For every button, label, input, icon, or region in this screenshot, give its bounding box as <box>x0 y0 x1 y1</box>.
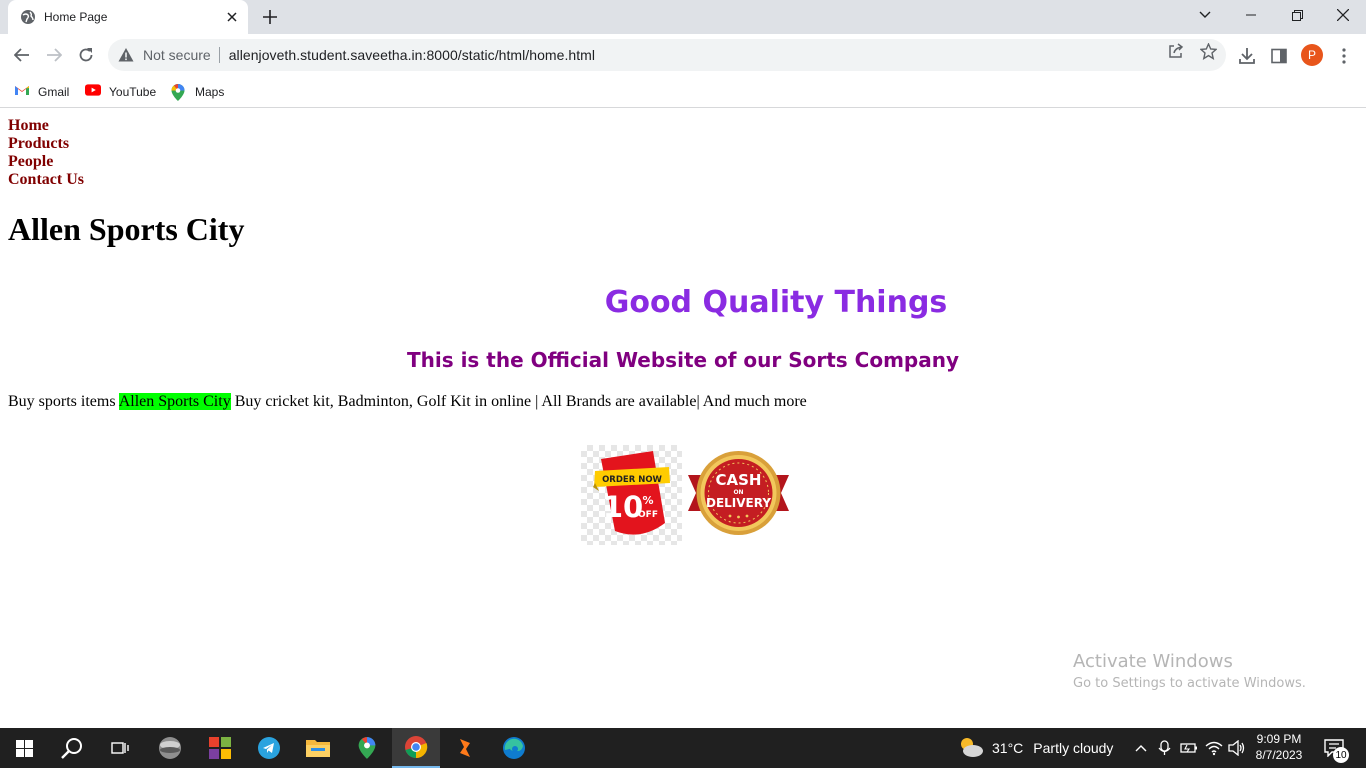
disk-app-icon[interactable] <box>146 728 194 768</box>
security-label[interactable]: Not secure <box>143 47 211 63</box>
web-page: Home Products People Contact Us Allen Sp… <box>0 109 1366 728</box>
clock-time: 9:09 PM <box>1256 732 1302 746</box>
side-panel-icon[interactable] <box>1269 46 1289 66</box>
intro-text-end: Buy cricket kit, Badminton, Golf Kit in … <box>230 393 807 410</box>
start-button[interactable] <box>0 728 48 768</box>
weather-widget[interactable]: 31°C Partly cloudy <box>958 728 1113 768</box>
browser-toolbar: Not secure allenjoveth.student.saveetha.… <box>0 34 1366 76</box>
new-tab-button[interactable] <box>258 5 282 29</box>
omnibox-divider <box>218 47 220 63</box>
restore-button[interactable] <box>1274 0 1320 30</box>
file-explorer-icon[interactable] <box>294 728 342 768</box>
close-window-button[interactable] <box>1320 0 1366 30</box>
bookmark-gmail[interactable]: Gmail <box>14 82 69 102</box>
highlighted-brand: Allen Sports City <box>118 393 231 410</box>
watermark-subtitle: Go to Settings to activate Windows. <box>1073 676 1306 691</box>
tab-strip: Home Page <box>0 0 1366 34</box>
nav-link-people[interactable]: People <box>8 153 84 171</box>
telegram-icon[interactable] <box>245 728 293 768</box>
bookmarks-bar: Gmail YouTube Maps <box>0 76 1366 108</box>
clock-date: 8/7/2023 <box>1255 748 1303 762</box>
weather-condition: Partly cloudy <box>1033 740 1114 756</box>
system-clock[interactable]: 9:09 PM 8/7/2023 <box>1246 731 1312 763</box>
cod-on-text: ON <box>733 489 743 496</box>
task-view-icon[interactable] <box>96 728 144 768</box>
nav-link-contact-us[interactable]: Contact Us <box>8 171 84 189</box>
sublime-app-icon[interactable] <box>441 728 489 768</box>
chrome-taskbar-icon[interactable] <box>392 728 440 768</box>
address-bar[interactable]: Not secure allenjoveth.student.saveetha.… <box>108 39 1226 71</box>
bookmark-label: YouTube <box>109 85 157 99</box>
chevron-up-icon[interactable] <box>1132 738 1150 758</box>
battery-icon[interactable] <box>1180 738 1198 758</box>
site-nav: Home Products People Contact Us <box>8 117 84 189</box>
bookmark-label: Maps <box>195 85 225 99</box>
activate-windows-watermark: Activate Windows Go to Settings to activ… <box>1073 651 1306 691</box>
reload-button[interactable] <box>72 41 100 69</box>
bookmark-maps[interactable]: Maps <box>171 82 224 102</box>
subheadline: This is the Official Website of our Sort… <box>406 348 960 372</box>
url-text[interactable]: allenjoveth.student.saveetha.in:8000/sta… <box>229 47 595 63</box>
order-now-text: ORDER NOW <box>602 475 662 485</box>
watermark-title: Activate Windows <box>1073 651 1233 672</box>
discount-percent-text: % <box>642 494 653 507</box>
youtube-icon <box>85 84 101 100</box>
promo-banners: ORDER NOW 10 % OFF CASH ON DELIVERY <box>581 445 789 545</box>
volume-icon[interactable] <box>1228 738 1246 758</box>
tab-search-chevron-icon[interactable] <box>1182 0 1228 30</box>
nav-link-home[interactable]: Home <box>8 117 84 135</box>
more-menu-icon[interactable] <box>1334 46 1354 66</box>
warning-icon[interactable] <box>118 47 134 63</box>
minimize-button[interactable] <box>1228 0 1274 30</box>
notification-count-badge: 10 <box>1333 747 1349 763</box>
site-title: Allen Sports City <box>8 211 245 247</box>
weather-temperature: 31°C <box>992 740 1024 756</box>
cod-delivery-text: DELIVERY <box>706 496 771 510</box>
gmail-icon <box>14 84 30 100</box>
meet-icon[interactable] <box>1156 738 1174 758</box>
partly-cloudy-icon <box>958 736 984 761</box>
intro-paragraph: Buy sports items Allen Sports City Buy c… <box>8 393 807 411</box>
share-icon[interactable] <box>1167 42 1185 60</box>
maps-app-icon[interactable] <box>343 728 391 768</box>
maps-icon <box>171 84 187 101</box>
cod-cash-text: CASH <box>716 471 762 489</box>
bookmark-youtube[interactable]: YouTube <box>85 82 156 102</box>
cash-on-delivery-badge-image: CASH ON DELIVERY <box>688 445 789 545</box>
office-app-icon[interactable] <box>196 728 244 768</box>
close-tab-icon[interactable] <box>222 7 242 27</box>
bookmark-label: Gmail <box>38 85 70 99</box>
windows-taskbar: 31°C Partly cloudy 9:09 PM 8/7/2023 <box>0 728 1366 768</box>
tab-title: Home Page <box>44 10 108 24</box>
search-icon[interactable] <box>48 728 96 768</box>
edge-icon[interactable] <box>490 728 538 768</box>
intro-text-start: Buy sports items <box>8 393 119 410</box>
forward-button[interactable] <box>40 41 68 69</box>
discount-off-text: OFF <box>638 510 658 520</box>
tab-home-page[interactable]: Home Page <box>8 0 248 34</box>
download-icon[interactable] <box>1237 46 1257 66</box>
profile-avatar[interactable]: P <box>1301 44 1323 66</box>
headline: Good Quality Things <box>604 285 948 320</box>
discount-badge-image: ORDER NOW 10 % OFF <box>581 445 682 545</box>
wifi-icon[interactable] <box>1205 738 1223 758</box>
back-button[interactable] <box>8 41 36 69</box>
globe-icon <box>20 9 36 25</box>
nav-link-products[interactable]: Products <box>8 135 84 153</box>
bookmark-star-icon[interactable] <box>1199 42 1217 60</box>
